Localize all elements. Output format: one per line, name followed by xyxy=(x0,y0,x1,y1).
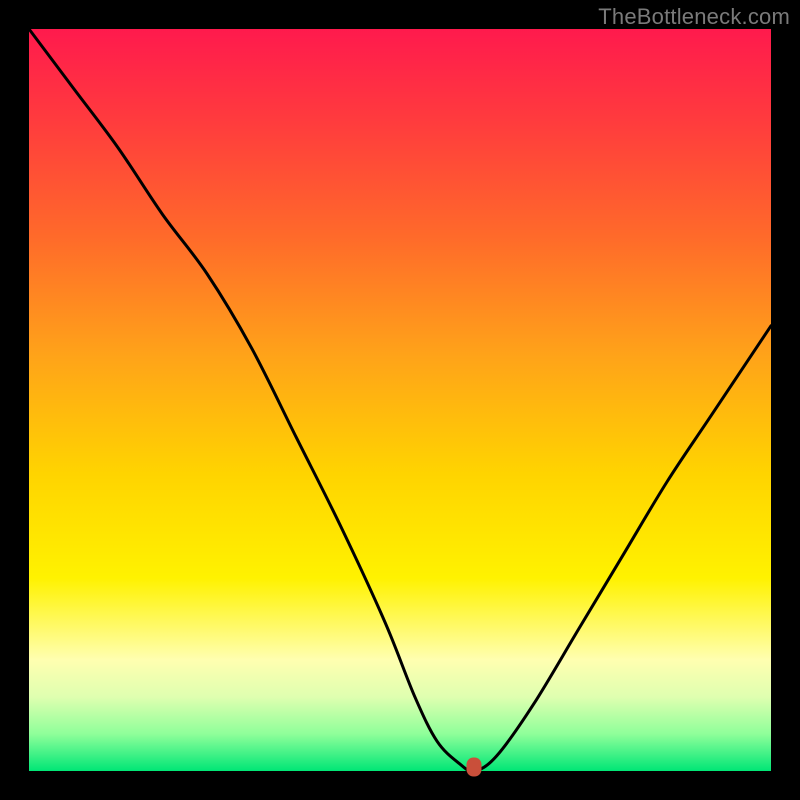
bottleneck-curve xyxy=(29,29,771,771)
chart-frame: TheBottleneck.com xyxy=(0,0,800,800)
optimum-marker xyxy=(467,758,482,777)
attribution-text: TheBottleneck.com xyxy=(598,4,790,30)
plot-area xyxy=(29,29,771,771)
